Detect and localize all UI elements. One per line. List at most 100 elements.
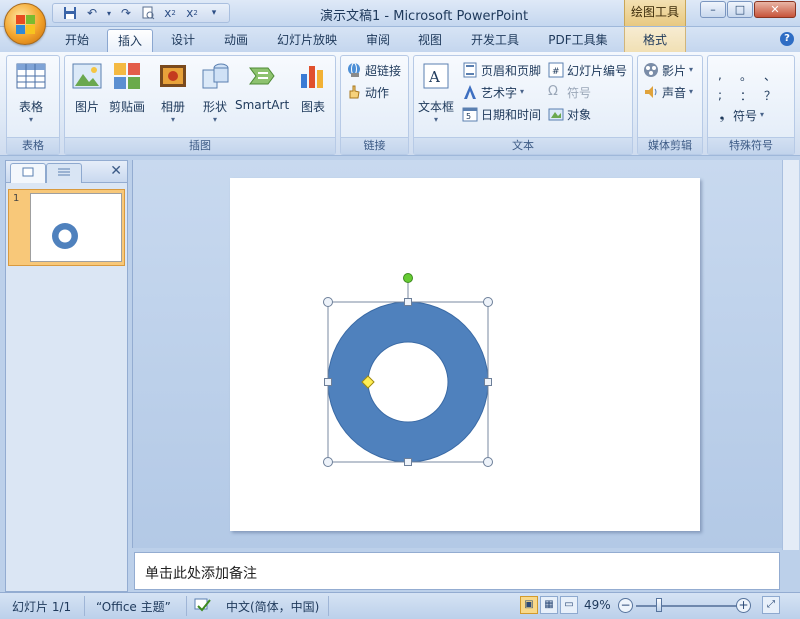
print-preview-icon[interactable] xyxy=(139,5,157,21)
fit-to-window-button[interactable]: ⤢ xyxy=(762,596,780,614)
omega-icon: Ω xyxy=(548,84,558,99)
zoom-slider-track[interactable] xyxy=(636,605,738,607)
zoom-out-button[interactable]: − xyxy=(618,598,633,613)
spellcheck-icon[interactable] xyxy=(194,598,212,615)
redo-icon[interactable]: ↷ xyxy=(117,5,135,21)
group-media: 影片 ▾ 声音 ▾ 媒体剪辑 xyxy=(637,55,703,155)
symbol-enum-comma-button[interactable]: 、 xyxy=(764,66,776,84)
group-label-text: 文本 xyxy=(414,137,632,154)
selected-donut-shape[interactable] xyxy=(318,268,498,468)
wordart-button[interactable]: 艺术字 ▾ xyxy=(462,83,524,101)
header-footer-button[interactable]: 页眉和页脚 xyxy=(462,61,541,79)
minimize-button[interactable]: – xyxy=(700,1,726,18)
symbol-comma-button[interactable]: , xyxy=(718,66,722,84)
slide-thumbnail[interactable] xyxy=(30,193,122,262)
clipart-button[interactable]: 剪贴画 xyxy=(109,60,145,115)
close-button[interactable]: ✕ xyxy=(754,1,796,18)
resize-handle-left[interactable] xyxy=(324,378,332,386)
speaker-icon xyxy=(643,84,659,100)
tab-view[interactable]: 视图 xyxy=(411,29,449,52)
movie-icon xyxy=(643,62,659,78)
slide-sorter-button[interactable]: ▦ xyxy=(540,596,558,614)
office-logo-icon xyxy=(16,15,36,35)
tab-insert[interactable]: 插入 xyxy=(107,29,153,52)
tab-slides[interactable] xyxy=(10,163,46,183)
movie-button[interactable]: 影片 ▾ xyxy=(643,61,693,79)
special-symbol-button[interactable]: ❟ 符号 ▾ xyxy=(714,106,764,124)
tab-home[interactable]: 开始 xyxy=(58,29,96,52)
slide-thumbnail-selected[interactable]: 1 xyxy=(8,189,125,266)
status-language: 中文(简体，中国) xyxy=(226,600,320,614)
rotation-handle[interactable] xyxy=(403,273,413,283)
tab-animation[interactable]: 动画 xyxy=(217,29,255,52)
action-hand-icon xyxy=(346,84,362,100)
slide-number: 1 xyxy=(13,193,20,204)
sound-button[interactable]: 声音 ▾ xyxy=(643,83,693,101)
normal-view-button[interactable]: ▣ xyxy=(520,596,538,614)
resize-handle-right[interactable] xyxy=(484,378,492,386)
tab-developer[interactable]: 开发工具 xyxy=(464,29,526,52)
resize-handle-bottom[interactable] xyxy=(404,458,412,466)
close-icon[interactable]: ✕ xyxy=(110,163,122,179)
tab-outline[interactable] xyxy=(46,163,82,183)
symbol-button[interactable]: Ω 符号 xyxy=(548,83,591,101)
datetime-button[interactable]: 5 日期和时间 xyxy=(462,105,541,123)
chevron-down-icon: ▾ xyxy=(170,115,175,124)
hyperlink-button[interactable]: 超链接 xyxy=(346,61,401,79)
save-icon[interactable] xyxy=(61,5,79,21)
group-links: 超链接 动作 链接 xyxy=(340,55,409,155)
calendar-icon: 5 xyxy=(462,106,478,122)
restore-button[interactable]: □ xyxy=(727,1,753,18)
action-button[interactable]: 动作 xyxy=(346,83,389,101)
notes-placeholder: 单击此处添加备注 xyxy=(145,566,257,582)
x-superscript-icon[interactable]: x2 xyxy=(161,5,179,21)
datetime-label: 日期和时间 xyxy=(481,107,542,122)
picture-button[interactable]: 图片 xyxy=(71,60,103,115)
smartart-button[interactable]: SmartArt xyxy=(235,60,289,112)
clipart-icon xyxy=(111,60,143,92)
office-button[interactable] xyxy=(4,3,46,45)
sound-label: 声音 xyxy=(662,85,687,100)
watermark-url: jingyan.baidu.com xyxy=(690,576,774,586)
zoom-level[interactable]: 49% xyxy=(584,598,611,612)
resize-handle-top-right[interactable] xyxy=(483,297,493,307)
help-icon[interactable]: ? xyxy=(780,32,794,46)
symbol-question-button[interactable]: ？ xyxy=(764,86,776,104)
resize-handle-top-left[interactable] xyxy=(323,297,333,307)
shapes-label: 形状 xyxy=(202,100,227,114)
slideshow-view-button[interactable]: ▭ xyxy=(560,596,578,614)
zoom-in-button[interactable]: + xyxy=(736,598,751,613)
status-divider xyxy=(84,596,85,616)
tab-format[interactable]: 格式 xyxy=(624,27,686,52)
resize-handle-bottom-right[interactable] xyxy=(483,457,493,467)
ribbon-tabs: 开始 插入 设计 动画 幻灯片放映 审阅 视图 开发工具 PDF工具集 格式 ? xyxy=(0,27,800,52)
chart-button[interactable]: 图表 xyxy=(297,60,329,115)
resize-handle-bottom-left[interactable] xyxy=(323,457,333,467)
dropdown-caret-icon[interactable]: ▾ xyxy=(105,5,113,21)
object-button[interactable]: 对象 xyxy=(548,105,591,123)
tab-design[interactable]: 设计 xyxy=(164,29,202,52)
donut-shape[interactable] xyxy=(327,301,489,463)
textbox-button[interactable]: A 文本框 ▾ xyxy=(418,60,454,125)
vertical-scrollbar[interactable] xyxy=(782,160,799,550)
header-footer-label: 页眉和页脚 xyxy=(481,63,542,78)
symbol-period-button[interactable]: 。 xyxy=(740,66,752,84)
chart-icon xyxy=(297,60,329,92)
object-icon xyxy=(548,106,564,122)
textbox-icon: A xyxy=(420,60,452,92)
table-button[interactable]: 表格 ▾ xyxy=(15,60,47,125)
shapes-button[interactable]: 形状 ▾ xyxy=(199,60,231,125)
customize-qat-icon[interactable]: ▾ xyxy=(205,5,223,21)
x-subscript-icon[interactable]: x2 xyxy=(183,5,201,21)
undo-icon[interactable]: ↶ xyxy=(83,5,101,21)
zoom-slider-thumb[interactable] xyxy=(656,598,662,612)
album-button[interactable]: 相册 ▾ xyxy=(157,60,189,125)
symbol-colon-button[interactable]: ： xyxy=(740,86,752,104)
smartart-label: SmartArt xyxy=(235,98,290,112)
symbol-semicolon-button[interactable]: ; xyxy=(718,86,722,104)
tab-review[interactable]: 审阅 xyxy=(359,29,397,52)
tab-slideshow[interactable]: 幻灯片放映 xyxy=(270,29,344,52)
slide-number-button[interactable]: # 幻灯片编号 xyxy=(548,61,627,79)
resize-handle-top[interactable] xyxy=(404,298,412,306)
tab-pdf-tools[interactable]: PDF工具集 xyxy=(540,29,616,52)
